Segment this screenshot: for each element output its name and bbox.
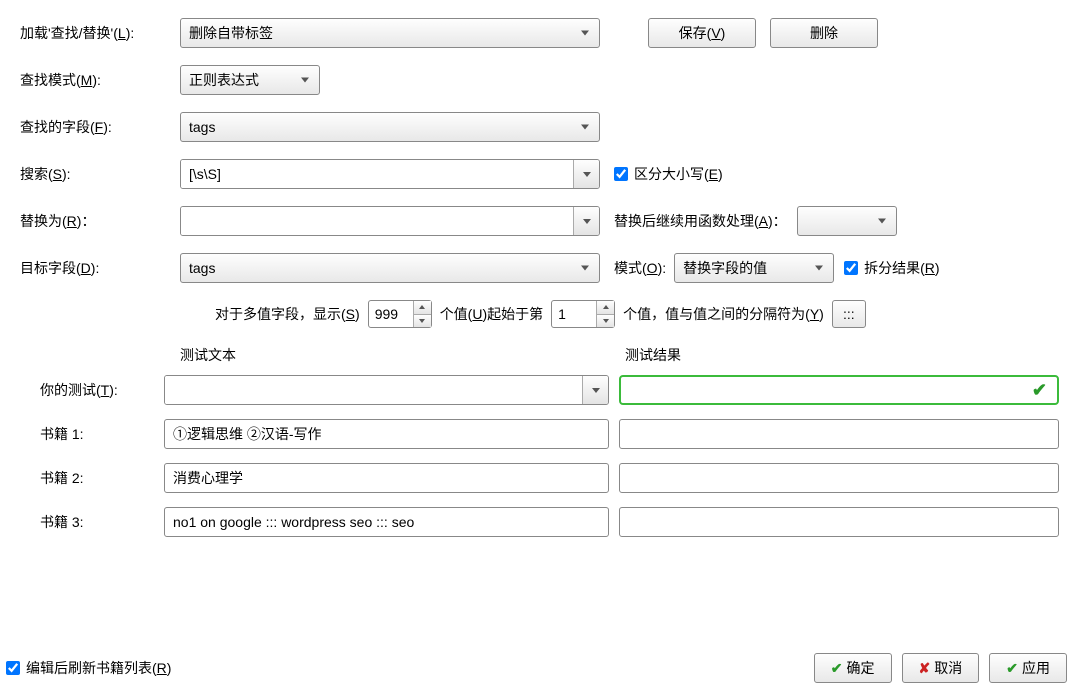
search-field-dropdown[interactable]: tags [180, 112, 600, 142]
book1-result [619, 419, 1059, 449]
search-mode-label: 查找模式(M): [20, 70, 180, 90]
book3-result [619, 507, 1059, 537]
test-text-header: 测试文本 [180, 345, 625, 365]
multi-start-label: 个值(U)起始于第 [440, 304, 543, 324]
your-test-input[interactable] [164, 375, 609, 405]
replace-func-dropdown[interactable] [797, 206, 897, 236]
dest-field-label: 目标字段(D): [20, 258, 180, 278]
start-at-spinner[interactable]: 1 [551, 300, 615, 328]
book1-label: 书籍 1: [20, 424, 164, 444]
show-count-spinner[interactable]: 999 [368, 300, 432, 328]
your-test-result: ✔ [619, 375, 1059, 405]
delete-button[interactable]: 删除 [770, 18, 878, 48]
spin-up-icon[interactable] [597, 301, 614, 315]
search-for-label: 搜索(S): [20, 164, 180, 184]
multi-show-label: 对于多值字段，显示(S) [215, 304, 360, 324]
check-icon: ✔ [1006, 660, 1018, 677]
dest-field-dropdown[interactable]: tags [180, 253, 600, 283]
check-icon: ✔ [1032, 380, 1047, 401]
chevron-down-icon[interactable] [573, 160, 599, 188]
split-result-checkbox[interactable]: 拆分结果(R) [844, 258, 939, 278]
spin-up-icon[interactable] [414, 301, 431, 315]
spin-down-icon[interactable] [597, 315, 614, 328]
load-label: 加载'查找/替换'(L): [20, 23, 180, 43]
check-icon: ✔ [831, 660, 843, 677]
replace-input[interactable] [180, 206, 600, 236]
apply-button[interactable]: ✔应用 [989, 653, 1067, 683]
book2-result [619, 463, 1059, 493]
search-replace-panel: 加载'查找/替换'(L): 删除自带标签 保存(V) 删除 查找模式(M): 正… [0, 0, 1079, 537]
dest-mode-label: 模式(O): [614, 258, 666, 278]
cancel-button[interactable]: ✘取消 [902, 653, 980, 683]
book3-input[interactable]: no1 on google ::: wordpress seo ::: seo [164, 507, 609, 537]
spin-down-icon[interactable] [414, 315, 431, 328]
search-input[interactable]: [\s\S] [180, 159, 600, 189]
replace-with-label: 替换为(R)： [20, 211, 180, 231]
case-sensitive-checkbox[interactable]: 区分大小写(E) [614, 164, 723, 184]
save-button[interactable]: 保存(V) [648, 18, 756, 48]
separator-button[interactable]: ::: [832, 300, 866, 328]
cross-icon: ✘ [919, 660, 931, 677]
ok-button[interactable]: ✔确定 [814, 653, 892, 683]
book2-label: 书籍 2: [20, 468, 164, 488]
book2-input[interactable]: 消费心理学 [164, 463, 609, 493]
book3-label: 书籍 3: [20, 512, 164, 532]
chevron-down-icon[interactable] [573, 207, 599, 235]
search-mode-dropdown[interactable]: 正则表达式 [180, 65, 320, 95]
dest-mode-dropdown[interactable]: 替换字段的值 [674, 253, 834, 283]
your-test-label: 你的测试(T): [20, 380, 164, 400]
book1-input[interactable]: ①逻辑思维 ②汉语-写作 [164, 419, 609, 449]
load-preset-dropdown[interactable]: 删除自带标签 [180, 18, 600, 48]
refresh-list-checkbox[interactable]: 编辑后刷新书籍列表(R) [6, 658, 171, 678]
chevron-down-icon[interactable] [582, 376, 608, 404]
multi-sep-label: 个值，值与值之间的分隔符为(Y) [623, 304, 824, 324]
search-field-label: 查找的字段(F): [20, 117, 180, 137]
test-result-header: 测试结果 [625, 345, 681, 365]
replace-func-label: 替换后继续用函数处理(A)： [614, 211, 787, 231]
